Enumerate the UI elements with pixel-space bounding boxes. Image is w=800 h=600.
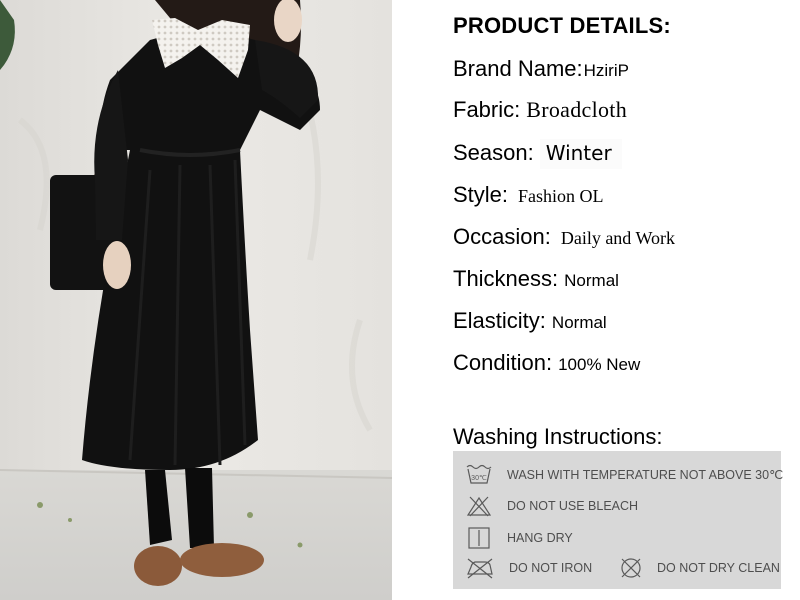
product-details-heading: PRODUCT DETAILS: <box>453 13 671 38</box>
detail-row-style: Style: Fashion OL <box>453 182 604 208</box>
detail-label: Condition: <box>453 350 553 375</box>
hang-dry-icon <box>468 527 490 549</box>
wash-item-temperature: 30℃ WASH WITH TEMPERATURE NOT ABOVE 30℃ <box>465 463 783 485</box>
detail-label: Occasion: <box>453 224 551 249</box>
detail-value: Broadcloth <box>526 97 628 122</box>
wash-item-text: HANG DRY <box>507 531 573 545</box>
detail-row-brand: Brand Name: HziriP <box>453 56 629 82</box>
detail-value: Normal <box>564 271 619 290</box>
washing-instructions-panel: 30℃ WASH WITH TEMPERATURE NOT ABOVE 30℃ … <box>453 451 783 589</box>
model-in-black-dress-image <box>0 0 392 600</box>
detail-row-thickness: Thickness: Normal <box>453 266 619 292</box>
detail-row-fabric: Fabric: Broadcloth <box>453 97 627 123</box>
wash-item-hang-dry: HANG DRY <box>465 527 573 549</box>
wash-item-text: DO NOT IRON <box>509 561 593 575</box>
detail-label: Style: <box>453 182 509 207</box>
wash-temperature-label: 30℃ <box>471 475 487 482</box>
wash-item-text: DO NOT DRY CLEAN <box>657 561 780 575</box>
no-dry-clean-icon <box>621 558 641 578</box>
detail-label: Brand Name: <box>453 56 583 81</box>
detail-value: Fashion OL <box>518 186 604 206</box>
detail-row-occasion: Occasion: Daily and Work <box>453 224 675 250</box>
wash-tub-30-icon: 30℃ <box>466 464 492 484</box>
wash-item-bleach: DO NOT USE BLEACH <box>465 495 638 517</box>
detail-row-season: Season: Winter <box>453 139 622 169</box>
wash-item-text: WASH WITH TEMPERATURE NOT ABOVE 30℃ <box>507 467 784 482</box>
detail-value: Normal <box>551 313 607 332</box>
washing-instructions-title: Washing Instructions: <box>453 424 663 449</box>
detail-label: Fabric: <box>453 97 521 122</box>
wash-item-text: DO NOT USE BLEACH <box>507 499 639 513</box>
no-bleach-icon <box>466 496 492 517</box>
wash-item-dry-clean: DO NOT DRY CLEAN <box>619 557 780 579</box>
detail-label: Season: <box>453 140 534 165</box>
detail-row-condition: Condition: 100% New <box>453 350 640 376</box>
no-iron-icon <box>467 558 493 579</box>
detail-value: Daily and Work <box>560 228 676 248</box>
detail-value: 100% New <box>558 355 641 374</box>
detail-row-elasticity: Elasticity: Normal <box>453 308 607 334</box>
wash-item-iron: DO NOT IRON <box>465 557 592 579</box>
detail-value: Winter <box>539 139 622 169</box>
product-photo <box>0 0 392 600</box>
detail-value: HziriP <box>583 61 629 80</box>
detail-label: Thickness: <box>453 266 559 291</box>
detail-label: Elasticity: <box>453 308 546 333</box>
